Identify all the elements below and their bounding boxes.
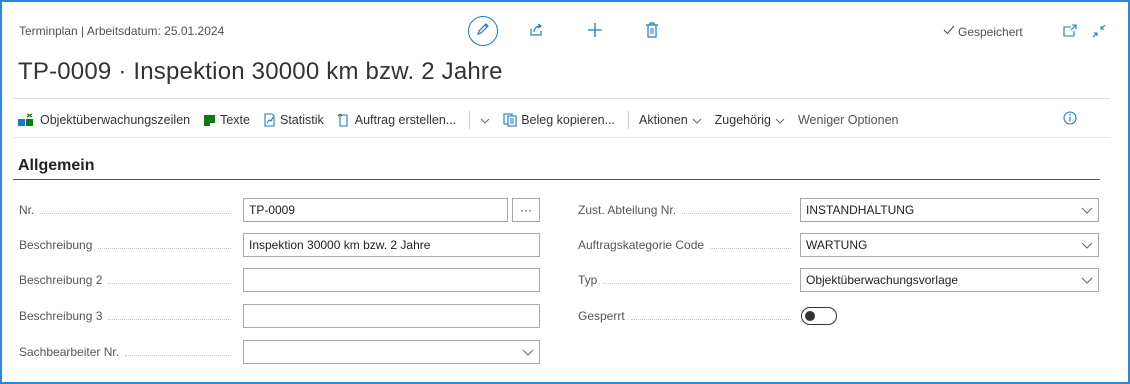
objektueberwachungszeilen-label: Objektüberwachungszeilen — [40, 113, 191, 127]
field-label-zust-abteilung: Zust. Abteilung Nr. — [578, 203, 677, 217]
dotted-leader — [125, 354, 231, 356]
statistik-button[interactable]: Statistik — [263, 113, 324, 127]
field-row-beschreibung-3: Beschreibung 3 — [19, 304, 237, 328]
chevron-down-icon — [1081, 207, 1093, 214]
delete-icon — [645, 22, 659, 43]
auftrag-erstellen-button[interactable]: Auftrag erstellen... — [337, 113, 456, 127]
beschreibung-value: Inspektion 30000 km bzw. 2 Jahre — [249, 238, 431, 252]
nr-value: TP-0009 — [249, 203, 296, 217]
dotted-leader — [710, 247, 791, 249]
statistik-label: Statistik — [279, 113, 324, 127]
edit-button[interactable] — [468, 16, 498, 46]
zust-abteilung-value: INSTANDHALTUNG — [806, 203, 915, 217]
dotted-leader — [603, 282, 791, 284]
save-status: Gespeichert — [943, 24, 1023, 39]
field-row-nr: Nr. — [19, 198, 237, 222]
add-icon — [587, 22, 603, 43]
page-title: TP-0009 · Inspektion 30000 km bzw. 2 Jah… — [18, 58, 503, 85]
field-row-beschreibung-2: Beschreibung 2 — [19, 268, 237, 292]
action-bar: Objektüberwachungszeilen Texte Statistik… — [18, 108, 912, 132]
weniger-optionen-button[interactable]: Weniger Optionen — [798, 113, 899, 127]
field-label-beschreibung: Beschreibung — [19, 238, 93, 252]
field-row-zust-abteilung: Zust. Abteilung Nr. — [578, 198, 797, 222]
auftragskategorie-value: WARTUNG — [806, 238, 868, 252]
text-document-icon — [203, 114, 216, 127]
field-row-typ: Typ — [578, 268, 797, 292]
field-label-sachbearbeiter: Sachbearbeiter Nr. — [19, 345, 120, 359]
dotted-leader — [108, 282, 231, 284]
info-icon — [1063, 111, 1077, 129]
beschreibung-2-input[interactable] — [243, 268, 540, 292]
create-order-icon — [337, 113, 351, 127]
section-underline — [13, 179, 1100, 180]
beschreibung-3-input[interactable] — [243, 304, 540, 328]
field-row-sachbearbeiter: Sachbearbeiter Nr. — [19, 340, 237, 364]
typ-select[interactable]: Objektüberwachungsvorlage — [800, 268, 1099, 292]
chevron-down-icon — [775, 113, 785, 127]
share-icon — [528, 22, 544, 43]
copy-document-icon — [503, 113, 517, 127]
more-actions-dropdown[interactable] — [480, 113, 490, 127]
action-separator — [628, 111, 630, 129]
zugehoerig-menu[interactable]: Zugehörig — [715, 113, 785, 127]
beschreibung-input[interactable]: Inspektion 30000 km bzw. 2 Jahre — [243, 233, 540, 257]
field-row-beschreibung: Beschreibung — [19, 233, 237, 257]
dotted-leader — [630, 318, 791, 320]
edit-icon — [475, 21, 491, 42]
section-title: Allgemein — [18, 157, 95, 174]
weniger-optionen-label: Weniger Optionen — [797, 113, 899, 127]
ellipsis-icon: ··· — [520, 203, 532, 217]
gesperrt-toggle[interactable] — [801, 307, 837, 325]
auftragskategorie-select[interactable]: WARTUNG — [800, 233, 1099, 257]
header-divider — [13, 98, 1110, 99]
dotted-leader — [682, 212, 791, 214]
saved-label: Gespeichert — [958, 24, 1023, 39]
field-row-auftragskategorie: Auftragskategorie Code — [578, 233, 797, 257]
breadcrumb: Terminplan | Arbeitsdatum: 25.01.2024 — [19, 24, 225, 38]
beleg-kopieren-label: Beleg kopieren... — [521, 113, 616, 127]
zust-abteilung-select[interactable]: INSTANDHALTUNG — [800, 198, 1099, 222]
nr-assist-button[interactable]: ··· — [512, 198, 540, 222]
field-label-beschreibung-2: Beschreibung 2 — [19, 273, 103, 287]
chevron-down-icon — [522, 349, 534, 356]
dotted-leader — [98, 247, 231, 249]
nr-input[interactable]: TP-0009 — [243, 198, 508, 222]
field-label-gesperrt: Gesperrt — [578, 309, 625, 323]
collapse-icon — [1092, 24, 1106, 43]
zugehoerig-label: Zugehörig — [714, 113, 771, 127]
toggle-knob — [805, 310, 815, 321]
typ-value: Objektüberwachungsvorlage — [806, 273, 959, 287]
statistics-icon — [263, 113, 276, 127]
field-row-gesperrt: Gesperrt — [578, 304, 797, 328]
open-new-window-icon — [1063, 24, 1077, 43]
objektueberwachungszeilen-button[interactable]: Objektüberwachungszeilen — [18, 113, 190, 127]
dotted-leader — [108, 318, 231, 320]
dotted-leader — [40, 212, 231, 214]
field-label-auftragskategorie: Auftragskategorie Code — [578, 238, 705, 252]
field-label-typ: Typ — [578, 273, 598, 287]
beleg-kopieren-button[interactable]: Beleg kopieren... — [503, 113, 615, 127]
delete-button[interactable] — [645, 22, 659, 43]
field-label-nr: Nr. — [19, 203, 35, 217]
share-button[interactable] — [528, 22, 544, 43]
actionbar-divider — [13, 137, 1110, 138]
chevron-down-icon — [480, 113, 490, 127]
chevron-down-icon — [1081, 277, 1093, 284]
add-button[interactable] — [587, 22, 603, 43]
action-separator — [469, 111, 471, 129]
aktionen-menu[interactable]: Aktionen — [639, 113, 702, 127]
info-button[interactable] — [1063, 111, 1077, 130]
texte-label: Texte — [220, 113, 250, 127]
auftrag-erstellen-label: Auftrag erstellen... — [354, 113, 457, 127]
sachbearbeiter-select[interactable] — [243, 340, 540, 364]
chevron-down-icon — [692, 113, 702, 127]
chevron-down-icon — [1081, 242, 1093, 249]
collapse-button[interactable] — [1092, 24, 1106, 43]
lines-icon — [18, 113, 36, 127]
texte-button[interactable]: Texte — [203, 113, 250, 127]
checkmark-icon — [943, 24, 955, 39]
field-label-beschreibung-3: Beschreibung 3 — [19, 309, 103, 323]
open-new-window-button[interactable] — [1063, 24, 1077, 43]
aktionen-label: Aktionen — [639, 113, 688, 127]
